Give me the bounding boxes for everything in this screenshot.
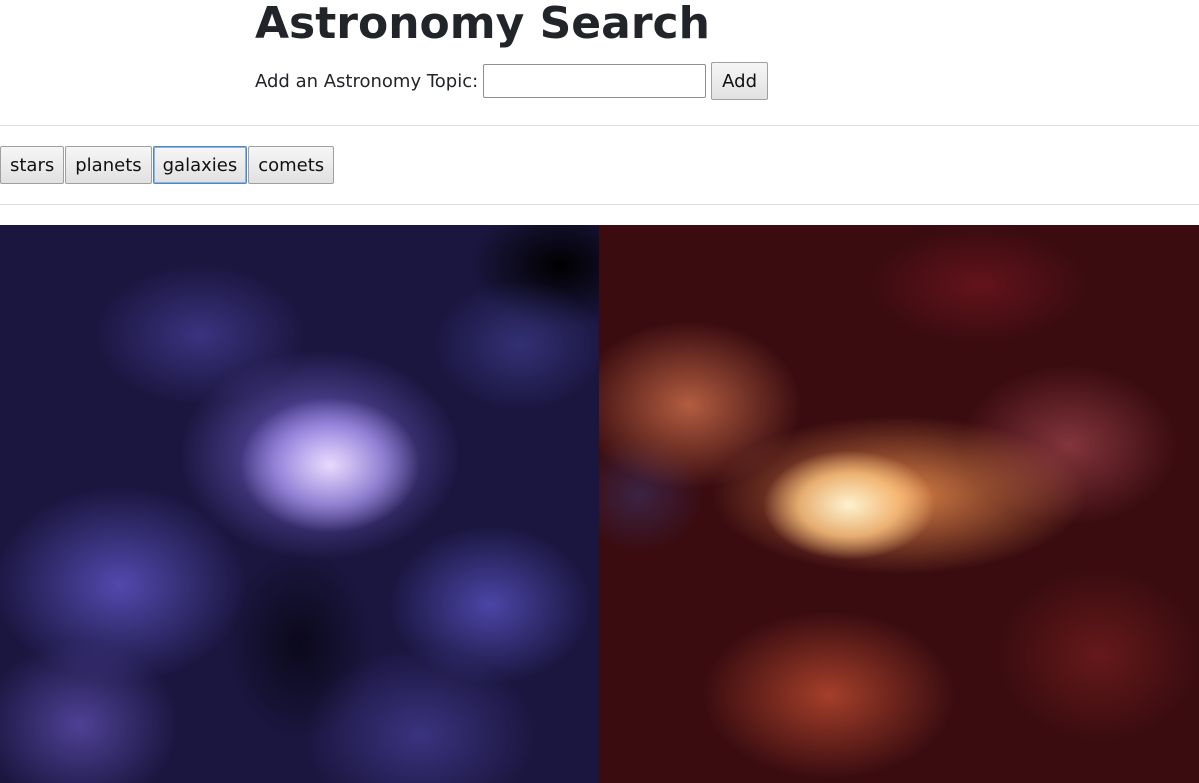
topic-button-planets[interactable]: planets bbox=[65, 146, 152, 184]
divider bbox=[0, 204, 1199, 205]
topic-buttons: stars planets galaxies comets bbox=[0, 146, 335, 184]
topic-button-galaxies[interactable]: galaxies bbox=[152, 146, 248, 184]
add-topic-form: Add an Astronomy Topic: Add bbox=[255, 62, 769, 100]
divider bbox=[0, 125, 1199, 126]
add-button[interactable]: Add bbox=[711, 62, 769, 100]
add-topic-label: Add an Astronomy Topic: bbox=[255, 70, 479, 92]
topic-input[interactable] bbox=[483, 64, 707, 98]
nebula-orange-image[interactable] bbox=[599, 225, 1199, 783]
topic-button-stars[interactable]: stars bbox=[0, 146, 65, 184]
topic-button-comets[interactable]: comets bbox=[248, 146, 335, 184]
nebula-purple-image[interactable] bbox=[0, 225, 599, 783]
gif-gallery bbox=[0, 225, 1199, 783]
page-title: Astronomy Search bbox=[255, 0, 710, 49]
